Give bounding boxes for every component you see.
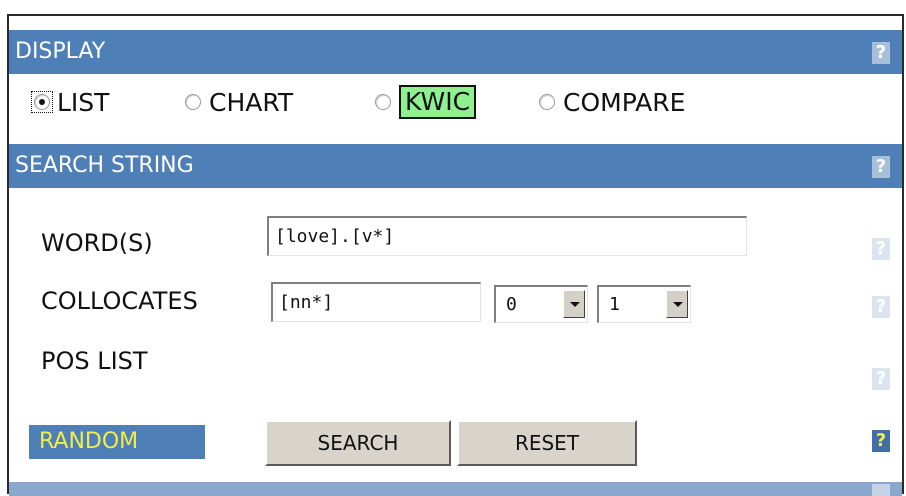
display-option-chart-label: CHART (209, 87, 294, 117)
display-option-kwic-label: KWIC (399, 85, 477, 119)
search-string-header-label: SEARCH STRING (15, 153, 194, 178)
radio-compare[interactable] (539, 94, 555, 110)
actions-help-icon[interactable]: ? (872, 430, 890, 452)
collocates-input[interactable]: [nn*] (271, 282, 481, 322)
pos-list-help-icon[interactable]: ? (872, 368, 890, 390)
left-span-value: 0 (506, 294, 517, 315)
display-header-label: DISPLAY (15, 39, 106, 64)
words-label: WORD(S) (41, 229, 153, 257)
next-section-header (9, 482, 902, 496)
display-options-row: LIST CHART KWIC COMPARE (9, 82, 902, 122)
radio-kwic[interactable] (375, 94, 391, 110)
top-margin (0, 0, 906, 14)
words-input[interactable]: [love].[v*] (267, 216, 747, 256)
reset-button[interactable]: RESET (457, 420, 637, 466)
random-button[interactable]: RANDOM (29, 425, 205, 459)
display-option-list-label: LIST (57, 87, 110, 117)
search-string-help-icon[interactable]: ? (872, 156, 890, 178)
chevron-down-icon[interactable] (666, 290, 688, 318)
words-help-icon[interactable]: ? (872, 238, 890, 260)
display-option-compare[interactable]: COMPARE (539, 82, 685, 122)
search-string-header: SEARCH STRING ? (9, 144, 902, 188)
display-header: DISPLAY ? (9, 30, 902, 74)
radio-focus-ring (31, 91, 53, 113)
collocates-label: COLLOCATES (41, 287, 198, 315)
collocates-right-span-select[interactable]: 1 (597, 285, 691, 323)
collocates-left-span-select[interactable]: 0 (494, 285, 588, 323)
collocates-help-icon[interactable]: ? (872, 296, 890, 318)
radio-chart[interactable] (185, 94, 201, 110)
display-option-list[interactable]: LIST (31, 82, 109, 122)
display-option-chart[interactable]: CHART (185, 82, 293, 122)
pos-list-label: POS LIST (41, 347, 148, 375)
search-panel: DISPLAY ? LIST CHART KWIC COMPARE SEARCH… (7, 14, 904, 496)
chevron-down-icon[interactable] (563, 290, 585, 318)
search-button[interactable]: SEARCH (265, 420, 451, 466)
search-form-window: DISPLAY ? LIST CHART KWIC COMPARE SEARCH… (0, 0, 906, 496)
right-span-value: 1 (609, 294, 620, 315)
display-option-compare-label: COMPARE (563, 87, 686, 117)
display-option-kwic[interactable]: KWIC (375, 82, 477, 122)
display-help-icon[interactable]: ? (872, 42, 890, 64)
next-section-help-icon[interactable] (872, 484, 890, 496)
radio-list[interactable] (34, 94, 50, 110)
